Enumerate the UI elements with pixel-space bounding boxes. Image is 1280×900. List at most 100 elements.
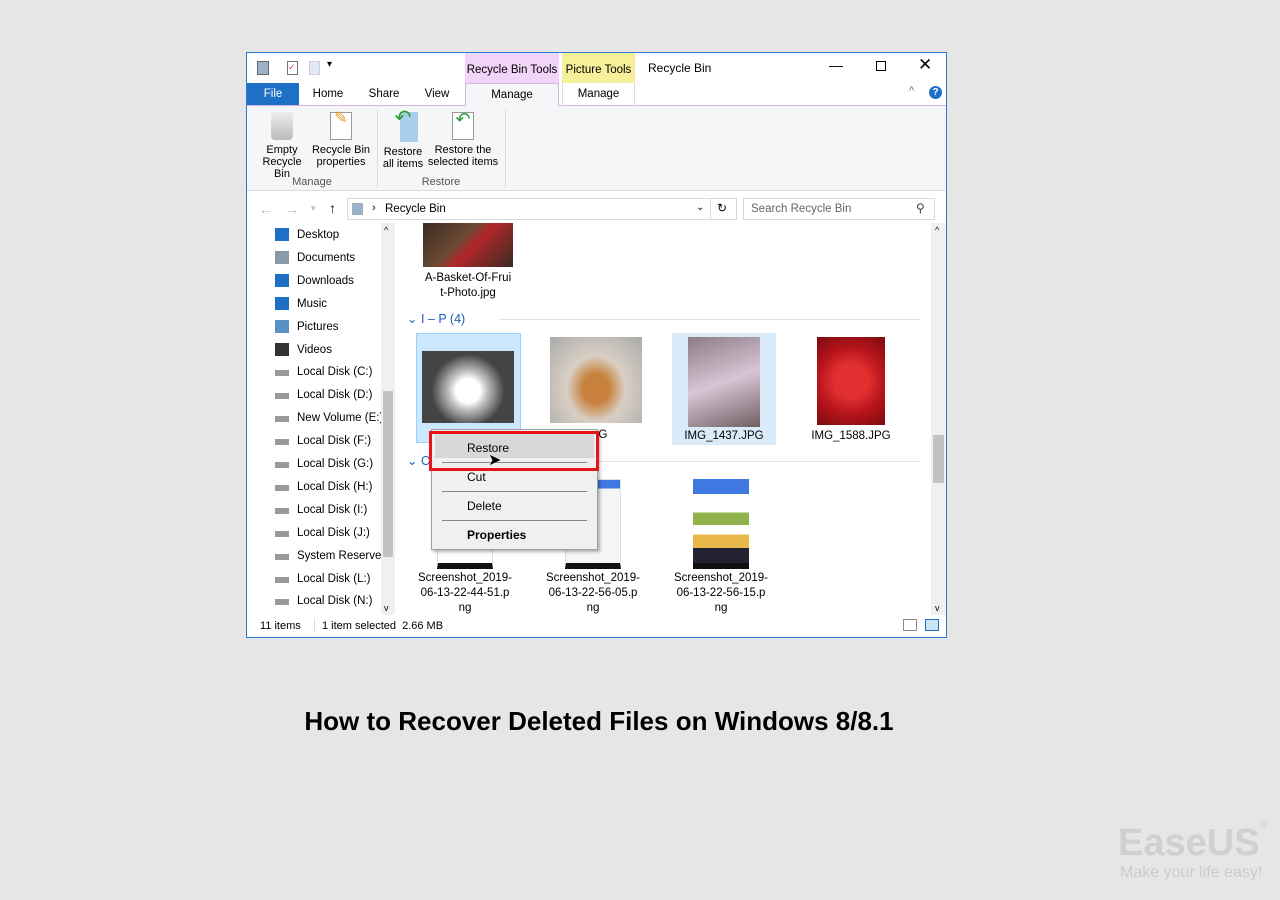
nav-scrollbar[interactable]: ^ v xyxy=(381,223,395,615)
tab-view[interactable]: View xyxy=(415,83,459,105)
nav-item[interactable]: Local Disk (L:) xyxy=(275,569,393,589)
nav-item[interactable]: System Reserved xyxy=(275,546,393,566)
back-button[interactable]: ← xyxy=(259,201,273,217)
nav-item[interactable]: Local Disk (I:) xyxy=(275,500,393,520)
folder-icon xyxy=(275,319,289,333)
tab-share[interactable]: Share xyxy=(361,83,407,105)
nav-item[interactable]: Local Disk (N:) xyxy=(275,591,393,611)
menu-item-delete[interactable]: Delete xyxy=(467,499,502,513)
status-selection: 1 item selected 2.66 MB xyxy=(322,620,444,632)
address-bar[interactable]: › Recycle Bin ⌄ ↻ xyxy=(347,198,737,220)
details-view-button[interactable] xyxy=(903,619,917,631)
menu-item-properties[interactable]: Properties xyxy=(467,528,526,542)
properties-icon: ✎ xyxy=(330,111,352,140)
recycle-bin-properties-button[interactable]: ✎ Recycle Bin properties xyxy=(311,111,371,169)
restore-selected-icon: ↶ xyxy=(452,110,474,140)
refresh-button[interactable]: ↻ xyxy=(717,201,727,215)
file-item[interactable]: IMG_1437.JPG xyxy=(672,333,776,445)
search-input[interactable]: Search Recycle Bin ⚲ xyxy=(743,198,935,220)
thumbnail xyxy=(422,351,514,423)
picture-tools-header: Picture Tools xyxy=(562,53,635,83)
recent-locations-button[interactable]: ▾ xyxy=(311,203,316,214)
label: properties xyxy=(316,156,366,168)
nav-item[interactable]: Local Disk (F:) xyxy=(275,431,393,451)
file-name[interactable]: Screenshot_2019- 06-13-22-56-05.p ng xyxy=(538,571,648,615)
large-icons-view-button[interactable] xyxy=(925,619,939,631)
up-button[interactable]: ↑ xyxy=(329,200,336,216)
file-name[interactable]: Screenshot_2019- 06-13-22-56-15.p ng xyxy=(666,571,776,615)
tab-manage-recycle[interactable]: Manage xyxy=(465,83,559,106)
drive-icon xyxy=(275,484,289,491)
group-label-restore: Restore xyxy=(421,176,461,188)
drive-icon xyxy=(275,462,289,468)
thumbnail[interactable] xyxy=(550,337,642,423)
group-label-manage: Manage xyxy=(292,176,332,188)
help-icon[interactable]: ? xyxy=(929,86,942,99)
nav-label: Videos xyxy=(297,343,332,356)
thumbnail[interactable] xyxy=(423,223,513,267)
collapse-ribbon-icon[interactable]: ^ xyxy=(909,85,914,97)
group-header-i-p[interactable]: ⌄ I – P (4) xyxy=(407,311,465,326)
nav-item[interactable]: Local Disk (H:) xyxy=(275,477,393,497)
nav-item[interactable]: Local Disk (D:) xyxy=(275,385,393,405)
drive-icon xyxy=(275,416,289,423)
label: Recycle Bin xyxy=(311,144,371,156)
label: Restore xyxy=(383,146,423,158)
nav-item[interactable]: Documents xyxy=(275,248,393,268)
menu-item-cut[interactable]: Cut xyxy=(467,470,486,484)
nav-item[interactable]: Music xyxy=(275,294,393,314)
nav-item[interactable]: Local Disk (G:) xyxy=(275,454,393,474)
thumbnail[interactable] xyxy=(817,337,885,425)
tab-manage-picture[interactable]: Manage xyxy=(562,83,635,105)
recycle-bin-icon xyxy=(257,61,269,75)
drive-icon xyxy=(275,530,289,537)
empty-recycle-bin-button[interactable]: Empty Recycle Bin xyxy=(253,112,311,180)
new-folder-quick-icon[interactable] xyxy=(309,61,320,75)
drive-icon xyxy=(275,439,289,446)
drive-icon xyxy=(275,393,289,400)
tab-home[interactable]: Home xyxy=(305,83,351,105)
status-item-count: 11 items xyxy=(260,620,301,632)
nav-label: Music xyxy=(297,297,328,310)
restore-selected-items-button[interactable]: ↶ Restore the selected items xyxy=(427,110,499,168)
nav-item[interactable]: New Volume (E:) xyxy=(275,408,393,428)
close-button[interactable]: ✕ xyxy=(918,55,932,75)
file-name[interactable]: Screenshot_2019- 06-13-22-44-51.p ng xyxy=(410,571,520,615)
nav-label: Local Disk (H:) xyxy=(297,480,373,493)
customize-quick-access-icon[interactable]: ▾ xyxy=(327,59,332,70)
nav-item[interactable]: Local Disk (J:) xyxy=(275,523,393,543)
recycle-bin-icon xyxy=(352,203,363,215)
content-scrollbar[interactable]: ^ v xyxy=(931,223,946,615)
caption: How to Recover Deleted Files on Windows … xyxy=(304,706,894,736)
nav-item[interactable]: Desktop xyxy=(275,225,393,245)
highlight-box xyxy=(429,431,599,471)
nav-item[interactable]: Pictures xyxy=(275,317,393,337)
file-name[interactable]: IMG_1588.JPG xyxy=(796,429,906,444)
minimize-button[interactable]: — xyxy=(829,57,843,73)
easeus-tagline: Make your life easy! xyxy=(1120,864,1263,881)
properties-quick-icon[interactable]: ✓ xyxy=(287,61,298,75)
drive-icon xyxy=(275,599,289,606)
nav-item[interactable]: Videos xyxy=(275,340,393,360)
nav-label: Local Disk (N:) xyxy=(297,595,373,608)
mouse-cursor-icon: ➤ xyxy=(488,452,502,469)
search-icon: ⚲ xyxy=(916,201,925,215)
nav-item[interactable]: Downloads xyxy=(275,271,393,291)
label: Empty xyxy=(266,144,298,156)
tab-file[interactable]: File xyxy=(247,83,299,105)
nav-label: Local Disk (L:) xyxy=(297,572,371,585)
nav-label: Local Disk (C:) xyxy=(297,366,373,379)
restore-all-items-button[interactable]: ↶ Restore all items xyxy=(381,108,425,170)
folder-icon xyxy=(275,250,289,264)
selected-file-item[interactable] xyxy=(416,333,521,443)
file-list: A-Basket-Of-Frui t-Photo.jpg ⌄ I – P (4) … xyxy=(399,223,931,615)
forward-button[interactable]: → xyxy=(285,201,299,217)
file-name[interactable]: A-Basket-Of-Frui t-Photo.jpg xyxy=(413,271,523,301)
folder-icon xyxy=(275,273,289,287)
address-dropdown-icon[interactable]: ⌄ xyxy=(696,202,704,213)
nav-item[interactable]: Local Disk (C:) xyxy=(275,362,393,382)
file-name: IMG_1437.JPG xyxy=(684,430,764,442)
group-header-o[interactable]: ⌄ O xyxy=(407,453,431,468)
maximize-button[interactable] xyxy=(876,61,886,71)
thumbnail[interactable] xyxy=(693,479,749,569)
